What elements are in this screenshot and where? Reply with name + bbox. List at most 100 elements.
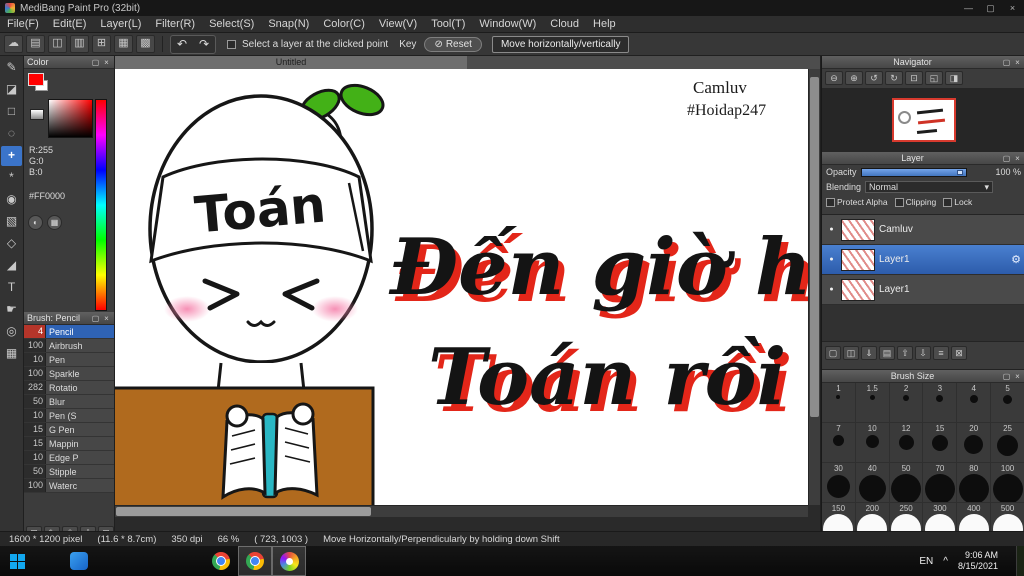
- brush-size-option[interactable]: 2: [889, 383, 924, 423]
- brush-size-option[interactable]: 200: [856, 503, 890, 531]
- move-tool[interactable]: +: [1, 146, 22, 166]
- hue-slider[interactable]: [95, 99, 107, 311]
- duplicate-layer-button[interactable]: ◫: [843, 346, 859, 360]
- brush-size-option[interactable]: 150: [822, 503, 856, 531]
- float-panel-icon[interactable]: ▢: [91, 58, 100, 67]
- gradient-tool[interactable]: ▧: [1, 212, 22, 232]
- flip-view-button[interactable]: ◨: [945, 71, 963, 85]
- menu-select[interactable]: Select(S): [202, 16, 261, 32]
- text-tool[interactable]: T: [1, 278, 22, 298]
- color-wheel-button[interactable]: ◐: [28, 215, 43, 230]
- taskbar-clock[interactable]: 9:06 AM 8/15/2021: [958, 550, 998, 572]
- reset-view-button[interactable]: ⊡: [905, 71, 923, 85]
- brush-tool[interactable]: ✎: [1, 58, 22, 78]
- lock-checkbox[interactable]: Lock: [943, 197, 972, 207]
- rotate-left-button[interactable]: ↺: [865, 71, 883, 85]
- brush-item-sparkle[interactable]: 100 Sparkle: [24, 367, 114, 381]
- brush-size-option[interactable]: 5: [991, 383, 1024, 423]
- redo-button[interactable]: ↷: [193, 36, 215, 53]
- menu-layer[interactable]: Layer(L): [93, 16, 148, 32]
- rotate-right-button[interactable]: ↻: [885, 71, 903, 85]
- layer-settings-button[interactable]: ≡: [933, 346, 949, 360]
- eraser-tool[interactable]: ◪: [1, 80, 22, 100]
- brush-item-rotation[interactable]: 282 Rotatio: [24, 381, 114, 395]
- maximize-button[interactable]: ▢: [984, 3, 997, 14]
- merge-down-button[interactable]: ⇓: [861, 346, 877, 360]
- layer-row-camluv[interactable]: ● Camluv: [822, 215, 1024, 245]
- move-layer-down-button[interactable]: ⇩: [915, 346, 931, 360]
- tray-expand-arrow[interactable]: ^: [943, 556, 948, 567]
- menu-cloud[interactable]: Cloud: [543, 16, 586, 32]
- select-rect-tool[interactable]: □: [1, 102, 22, 122]
- pan-tool[interactable]: ☛: [1, 300, 22, 320]
- brush-item-watercolor[interactable]: 100 Waterc: [24, 479, 114, 493]
- reset-button[interactable]: ⊘ Reset: [424, 36, 482, 52]
- brush-item-airbrush[interactable]: 100 Airbrush: [24, 339, 114, 353]
- move-horizontal-vertical-button[interactable]: Move horizontally/vertically: [491, 35, 630, 53]
- lasso-tool[interactable]: ◌: [1, 124, 22, 144]
- brush-item-stipple[interactable]: 50 Stipple: [24, 465, 114, 479]
- magic-wand-tool[interactable]: *: [1, 168, 22, 188]
- fill-bucket-tool[interactable]: ◉: [1, 190, 22, 210]
- visibility-icon[interactable]: ●: [826, 286, 837, 293]
- brush-item-pen-s[interactable]: 10 Pen (S: [24, 409, 114, 423]
- brush-size-option[interactable]: 25: [991, 423, 1024, 463]
- visibility-icon[interactable]: ●: [826, 226, 837, 233]
- opacity-handle[interactable]: [956, 169, 963, 175]
- canvas-paper[interactable]: Camluv #Hoidap247 Toán Đến giờ Đến giờ h…: [115, 69, 808, 505]
- menu-filter[interactable]: Filter(R): [148, 16, 202, 32]
- document-tab-untitled[interactable]: Untitled: [115, 56, 467, 69]
- layer-row-layer1[interactable]: ● Layer1: [822, 275, 1024, 305]
- float-panel-icon[interactable]: ▢: [1002, 372, 1011, 381]
- close-panel-icon[interactable]: ×: [1013, 154, 1022, 163]
- brush-size-option[interactable]: 12: [889, 423, 924, 463]
- brush-size-option[interactable]: 400: [957, 503, 992, 531]
- start-button[interactable]: [0, 546, 34, 576]
- grid-icon[interactable]: ▦: [114, 35, 133, 53]
- menu-tool[interactable]: Tool(T): [424, 16, 472, 32]
- brush-item-pencil[interactable]: 4 Pencil: [24, 325, 114, 339]
- delete-layer-button[interactable]: ⊠: [951, 346, 967, 360]
- brush-size-option[interactable]: 50: [889, 463, 924, 503]
- float-panel-icon[interactable]: ▢: [1002, 58, 1011, 67]
- brush-size-option[interactable]: 250: [890, 503, 924, 531]
- zoom-in-button[interactable]: ⊕: [845, 71, 863, 85]
- canvas-vertical-scrollbar[interactable]: [808, 69, 820, 505]
- palette-grid-button[interactable]: ▦: [47, 215, 62, 230]
- blending-select[interactable]: Normal ▾: [865, 181, 994, 193]
- taskbar-chrome-active[interactable]: [238, 546, 272, 576]
- open-icon[interactable]: ◫: [48, 35, 67, 53]
- protect-alpha-checkbox[interactable]: Protect Alpha: [826, 197, 888, 207]
- mini-swatch[interactable]: [30, 109, 44, 120]
- material-icon[interactable]: ▩: [136, 35, 155, 53]
- brush-item-gpen[interactable]: 15 G Pen: [24, 423, 114, 437]
- panel-icon[interactable]: ⊞: [92, 35, 111, 53]
- brush-item-pen[interactable]: 10 Pen: [24, 353, 114, 367]
- close-panel-icon[interactable]: ×: [1013, 58, 1022, 67]
- saturation-value-picker[interactable]: [48, 99, 93, 138]
- brush-size-option[interactable]: 30: [822, 463, 856, 503]
- brush-item-edge[interactable]: 10 Edge P: [24, 451, 114, 465]
- cloud-icon[interactable]: ☁: [4, 35, 23, 53]
- taskbar-chrome[interactable]: [204, 546, 238, 576]
- canvas-artwork[interactable]: Camluv #Hoidap247 Toán Đến giờ Đến giờ h…: [115, 69, 808, 505]
- zoom-tool[interactable]: ◎: [1, 322, 22, 342]
- brush-item-mapping[interactable]: 15 Mappin: [24, 437, 114, 451]
- brush-size-option[interactable]: 80: [957, 463, 992, 503]
- brush-size-option[interactable]: 15: [923, 423, 958, 463]
- float-panel-icon[interactable]: ▢: [1002, 154, 1011, 163]
- close-panel-icon[interactable]: ×: [1013, 372, 1022, 381]
- menu-file[interactable]: File(F): [0, 16, 46, 32]
- brush-size-option[interactable]: 20: [957, 423, 992, 463]
- close-panel-icon[interactable]: ×: [102, 58, 111, 67]
- minimize-button[interactable]: —: [962, 3, 975, 14]
- brush-size-option[interactable]: 10: [855, 423, 890, 463]
- brush-size-option[interactable]: 500: [991, 503, 1024, 531]
- menu-edit[interactable]: Edit(E): [46, 16, 94, 32]
- brush-size-option[interactable]: 1.5: [855, 383, 890, 423]
- visibility-icon[interactable]: ●: [826, 256, 837, 263]
- layer-settings-gear-icon[interactable]: ⚙: [1011, 253, 1021, 266]
- brush-size-option[interactable]: 40: [855, 463, 890, 503]
- save-icon[interactable]: ▤: [26, 35, 45, 53]
- vertical-scroll-thumb[interactable]: [810, 77, 819, 417]
